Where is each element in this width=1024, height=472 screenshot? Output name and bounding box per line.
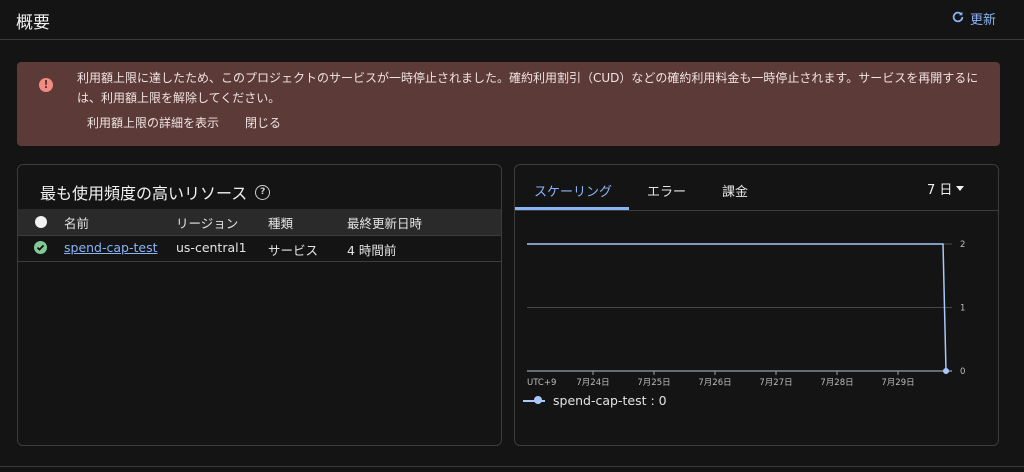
banner-message: 利用額上限に達したため、このプロジェクトのサービスが一時停止されました。確約利用… bbox=[77, 71, 979, 105]
tab-scaling[interactable]: スケーリング bbox=[534, 181, 612, 200]
close-banner-button[interactable]: 閉じる bbox=[245, 114, 281, 131]
y-tick-label: 2 bbox=[960, 240, 965, 250]
metrics-tabs: スケーリング エラー 課金 7 日 bbox=[515, 165, 998, 211]
caret-down-icon bbox=[956, 186, 965, 191]
time-range-value: 7 日 bbox=[927, 183, 953, 198]
column-header-region[interactable]: リージョン bbox=[176, 213, 238, 232]
x-tick-label: 7月27日 bbox=[759, 378, 792, 388]
top-resources-title: 最も使用頻度の高いリソース ? bbox=[40, 180, 271, 204]
refresh-button[interactable]: 更新 bbox=[951, 9, 996, 28]
x-tick-label: 7月26日 bbox=[698, 378, 731, 388]
check-circle-icon bbox=[34, 241, 47, 254]
banner-actions: 利用額上限の詳細を表示 閉じる bbox=[87, 114, 281, 131]
footer-divider bbox=[0, 466, 1024, 467]
x-timezone-label: UTC+9 bbox=[527, 378, 556, 388]
top-resources-title-text: 最も使用頻度の高いリソース bbox=[40, 184, 248, 203]
page-header bbox=[0, 0, 1024, 40]
resource-name-link[interactable]: spend-cap-test bbox=[64, 240, 158, 255]
tab-billing[interactable]: 課金 bbox=[722, 181, 748, 200]
column-header-last-updated[interactable]: 最終更新日時 bbox=[347, 213, 422, 232]
column-header-name[interactable]: 名前 bbox=[64, 213, 89, 232]
spend-cap-alert-banner: ! 利用額上限に達したため、このプロジェクトのサービスが一時停止されました。確約… bbox=[17, 62, 1000, 146]
column-header-type[interactable]: 種類 bbox=[268, 213, 293, 232]
top-resources-panel: 最も使用頻度の高いリソース ? 名前 リージョン 種類 最終更新日時 spend… bbox=[17, 164, 502, 446]
active-tab-indicator bbox=[515, 207, 629, 210]
refresh-label: 更新 bbox=[970, 13, 997, 28]
series-last-point bbox=[943, 368, 949, 374]
x-tick-label: 7月25日 bbox=[637, 378, 670, 388]
legend-label: spend-cap-test : 0 bbox=[553, 393, 667, 408]
tab-errors[interactable]: エラー bbox=[647, 181, 686, 200]
help-icon[interactable]: ? bbox=[255, 184, 271, 200]
scaling-chart: 0 1 2 UTC+9 7月24日 7月25日 7月26日 7月27日 7月28日 7月29日 bbox=[527, 240, 965, 388]
y-tick-label: 1 bbox=[960, 304, 965, 314]
legend-swatch bbox=[523, 395, 545, 406]
y-tick-label: 0 bbox=[960, 367, 965, 377]
table-row: spend-cap-test us-central1 サービス 4 時間前 bbox=[18, 236, 501, 262]
metrics-panel: スケーリング エラー 課金 7 日 0 1 2 UTC+9 7月24日 7月25日 7月26… bbox=[514, 164, 999, 446]
error-icon: ! bbox=[39, 78, 53, 92]
table-header: 名前 リージョン 種類 最終更新日時 bbox=[18, 209, 501, 236]
select-all-checkbox[interactable] bbox=[35, 216, 47, 228]
refresh-icon bbox=[951, 10, 965, 28]
chart-legend: spend-cap-test : 0 bbox=[523, 393, 667, 408]
x-tick-label: 7月28日 bbox=[820, 378, 853, 388]
x-tick-label: 7月24日 bbox=[576, 378, 609, 388]
x-tick-label: 7月29日 bbox=[881, 378, 914, 388]
time-range-select[interactable]: 7 日 bbox=[927, 179, 965, 198]
resource-last-updated: 4 時間前 bbox=[347, 243, 397, 258]
resource-region: us-central1 bbox=[176, 240, 247, 255]
resource-type: サービス bbox=[268, 243, 319, 258]
view-spend-cap-details-button[interactable]: 利用額上限の詳細を表示 bbox=[87, 114, 219, 131]
page-title: 概要 bbox=[16, 13, 50, 33]
